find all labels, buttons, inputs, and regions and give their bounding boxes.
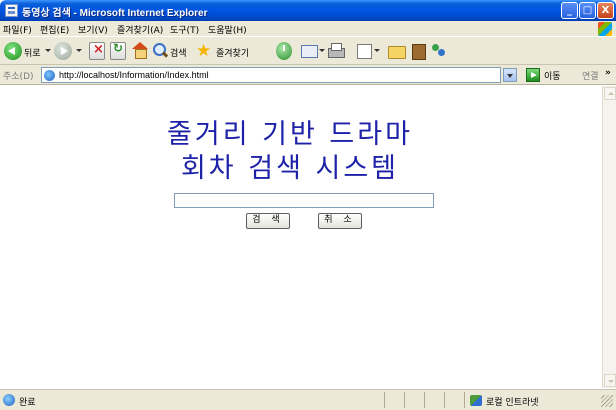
- search-input[interactable]: [174, 193, 434, 208]
- menu-file[interactable]: 파일(F): [3, 23, 32, 36]
- address-dropdown-icon[interactable]: [503, 68, 517, 82]
- scroll-up-icon[interactable]: [604, 87, 616, 100]
- back-arrow-icon[interactable]: [4, 42, 22, 60]
- forward-arrow-icon[interactable]: [54, 42, 72, 60]
- links-label[interactable]: 연결: [582, 69, 599, 82]
- mail-dropdown-icon[interactable]: [319, 49, 325, 52]
- stop-icon[interactable]: [89, 42, 105, 60]
- title-bar: 동영상 검색 - Microsoft Internet Explorer _ □…: [0, 0, 616, 21]
- links-more-icon[interactable]: »: [605, 68, 611, 78]
- page-done-icon: [3, 394, 15, 406]
- page-title: 줄거리 기반 드라마 회차 검색 시스템: [0, 118, 580, 186]
- research-icon[interactable]: [410, 42, 426, 60]
- address-url[interactable]: http://localhost/Information/Index.html: [59, 70, 209, 80]
- status-text: 완료: [19, 398, 36, 408]
- home-icon[interactable]: [131, 42, 148, 60]
- status-divider: [464, 392, 465, 408]
- status-divider: [404, 392, 405, 408]
- ie-page-icon: [44, 70, 55, 81]
- menu-edit[interactable]: 편집(E): [40, 23, 69, 36]
- history-icon[interactable]: [276, 42, 292, 60]
- toolbar: 뒤로 검색 ★ 즐겨찾기: [0, 37, 616, 65]
- go-button[interactable]: 이동: [544, 69, 561, 82]
- menu-favorites[interactable]: 즐겨찾기(A): [117, 23, 163, 36]
- window-title: 동영상 검색 - Microsoft Internet Explorer: [22, 8, 208, 19]
- menu-bar: 파일(F) 편집(E) 보기(V) 즐겨찾기(A) 도구(T) 도움말(H): [0, 21, 616, 37]
- intranet-zone-icon: [470, 395, 482, 406]
- status-divider: [384, 392, 385, 408]
- page-content: 줄거리 기반 드라마 회차 검색 시스템 검 색 취 소: [0, 86, 602, 388]
- status-divider: [424, 392, 425, 408]
- refresh-icon[interactable]: [110, 41, 126, 60]
- messenger-icon[interactable]: [430, 42, 448, 60]
- page-title-line-2: 회차 검색 시스템: [180, 153, 400, 184]
- address-input[interactable]: http://localhost/Information/Index.html: [41, 67, 501, 83]
- minimize-button[interactable]: _: [561, 2, 578, 19]
- vertical-scrollbar[interactable]: [602, 86, 616, 388]
- print-icon[interactable]: [327, 42, 345, 60]
- favorites-star-icon[interactable]: ★: [196, 42, 214, 60]
- windows-logo-icon: [598, 22, 612, 36]
- status-divider: [444, 392, 445, 408]
- cancel-button[interactable]: 취 소: [318, 213, 362, 229]
- address-label: 주소(D): [3, 72, 34, 82]
- search-button[interactable]: 검 색: [246, 213, 290, 229]
- close-button[interactable]: X: [597, 2, 614, 19]
- forward-dropdown-icon[interactable]: [76, 49, 82, 52]
- page-title-line-1: 줄거리 기반 드라마: [167, 119, 413, 150]
- back-label[interactable]: 뒤로: [24, 46, 41, 59]
- folder-icon[interactable]: [387, 42, 406, 60]
- page-icon: [5, 4, 18, 17]
- mail-icon[interactable]: [300, 42, 318, 60]
- scroll-down-icon[interactable]: [604, 374, 616, 387]
- menu-help[interactable]: 도움말(H): [208, 23, 247, 36]
- go-arrow-icon[interactable]: [526, 68, 540, 82]
- menu-tools[interactable]: 도구(T): [170, 23, 199, 36]
- edit-icon[interactable]: [356, 42, 372, 60]
- search-icon[interactable]: [152, 42, 168, 60]
- back-dropdown-icon[interactable]: [45, 49, 51, 52]
- status-bar: 완료 로컬 인트라넷: [0, 389, 616, 410]
- security-zone: 로컬 인트라넷: [486, 398, 539, 408]
- search-label[interactable]: 검색: [170, 46, 187, 59]
- address-bar: 주소(D) http://localhost/Information/Index…: [0, 65, 616, 85]
- menu-view[interactable]: 보기(V): [78, 23, 108, 36]
- edit-dropdown-icon[interactable]: [374, 49, 380, 52]
- resize-grip-icon[interactable]: [601, 395, 613, 407]
- favorites-label[interactable]: 즐겨찾기: [216, 46, 249, 59]
- maximize-button[interactable]: □: [579, 2, 596, 19]
